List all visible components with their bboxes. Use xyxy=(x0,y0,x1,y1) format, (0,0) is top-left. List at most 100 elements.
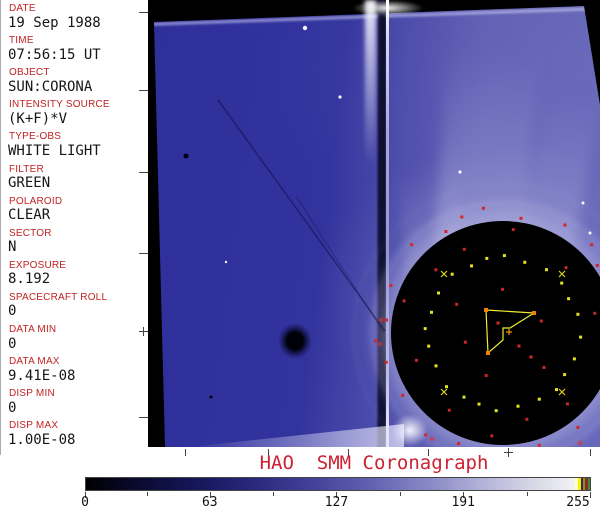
yellow-marker-dot xyxy=(516,404,520,408)
colorbar-tick-label: 255 xyxy=(566,495,590,510)
fiducial-dash xyxy=(139,253,148,254)
field-value: 1.00E-08 xyxy=(8,431,76,448)
yellow-marker-dot xyxy=(427,344,431,348)
red-marker-dot xyxy=(490,434,494,438)
field-value: SUN:CORONA xyxy=(8,78,93,95)
colorbar-minor-tick xyxy=(273,492,275,496)
red-marker-dot xyxy=(511,228,515,232)
yellow-marker-dot xyxy=(494,409,498,413)
red-marker-dot xyxy=(457,442,461,446)
image-title: HAO SMM Coronagraph xyxy=(259,452,489,474)
yellow-x-mark xyxy=(440,388,448,396)
yellow-marker-dot xyxy=(430,310,433,314)
yellow-marker-dot xyxy=(523,260,527,264)
red-marker-dot xyxy=(460,215,464,219)
coronagraph-image-area[interactable] xyxy=(148,0,600,447)
yellow-marker-dot xyxy=(477,402,481,406)
field-value: 07:56:15 UT xyxy=(8,46,101,63)
yellow-marker-dot xyxy=(470,264,473,268)
photo-scratch-line xyxy=(295,195,385,334)
dark-speck xyxy=(209,395,213,399)
field-label: FILTER xyxy=(9,163,44,175)
field-label: DISP MIN xyxy=(9,388,55,400)
red-marker-dot xyxy=(542,365,546,369)
red-marker-dot xyxy=(501,287,504,291)
field-value: 0 xyxy=(8,303,17,320)
red-marker-dot xyxy=(447,408,451,412)
yellow-marker-dot xyxy=(579,335,583,339)
field-value: 9.41E-08 xyxy=(8,367,76,384)
yellow-marker-dot xyxy=(434,364,438,368)
coronagraph-viewer-window: DATE 19 Sep 1988 TIME 07:56:15 UT OBJECT SUN:… xyxy=(0,0,600,512)
field-label: INTENSITY SOURCE xyxy=(9,99,110,111)
yellow-marker-dot xyxy=(572,357,576,361)
red-plus-mark xyxy=(377,341,383,347)
red-marker-dot xyxy=(434,268,438,272)
field-value: 19 Sep 1988 xyxy=(8,14,101,31)
fiducial-cross xyxy=(143,327,144,336)
red-marker-dot xyxy=(481,206,485,210)
yellow-x-mark xyxy=(440,270,448,278)
field-value: 0 xyxy=(8,335,17,352)
yellow-marker-dot xyxy=(563,373,567,377)
red-marker-dot xyxy=(590,243,594,247)
field-label: TYPE-OBS xyxy=(9,131,62,143)
red-marker-dot xyxy=(525,417,529,421)
red-marker-dot xyxy=(565,402,569,406)
star-speck xyxy=(224,260,228,264)
red-plus-mark xyxy=(429,436,435,442)
yellow-marker-dot xyxy=(576,312,580,316)
red-marker-dot xyxy=(424,433,428,437)
star-speck xyxy=(338,95,342,99)
field-label: OBJECT xyxy=(9,67,50,79)
field-label: DATA MAX xyxy=(9,356,60,368)
red-marker-dot xyxy=(444,230,448,233)
yellow-marker-dot xyxy=(485,256,489,260)
pointing-marker-overlay xyxy=(183,25,599,447)
yellow-marker-dot xyxy=(423,327,427,331)
field-label: DATA MIN xyxy=(9,324,57,335)
polygon-vertex-dot xyxy=(486,351,490,355)
sun-center-cross xyxy=(506,329,512,335)
field-value: WHITE LIGHT xyxy=(8,142,101,159)
fiducial-dash xyxy=(139,12,148,13)
red-marker-dot xyxy=(385,318,388,322)
star-speck xyxy=(581,201,585,205)
field-label: POLAROID xyxy=(9,195,63,207)
star-speck xyxy=(302,25,308,31)
red-marker-dot xyxy=(517,344,521,348)
intensity-colorbar xyxy=(85,477,591,491)
colorbar-minor-tick xyxy=(399,492,401,496)
field-label: SPACECRAFT ROLL xyxy=(9,291,108,303)
red-marker-dot xyxy=(529,355,533,359)
yellow-marker-dot xyxy=(555,388,558,392)
field-value: GREEN xyxy=(8,175,51,191)
field-label: EXPOSURE xyxy=(9,259,67,271)
dark-speck xyxy=(183,153,189,159)
yellow-marker-dot xyxy=(537,397,541,401)
yellow-marker-dot xyxy=(567,297,571,301)
yellow-marker-dot xyxy=(545,268,548,272)
field-label: SECTOR xyxy=(9,227,52,239)
red-marker-dot xyxy=(537,443,541,447)
colorbar-tick-label: 63 xyxy=(201,495,218,510)
red-marker-dot xyxy=(410,243,414,247)
red-marker-dot xyxy=(564,266,568,270)
yellow-marker-dot xyxy=(502,254,506,258)
colorbar-stripe xyxy=(588,478,590,490)
star-speck xyxy=(588,231,592,235)
red-marker-dot xyxy=(415,358,418,362)
red-marker-dot xyxy=(595,264,599,267)
fiducial-dash xyxy=(139,172,148,173)
star-speck xyxy=(458,170,462,174)
fiducial-dash xyxy=(139,90,148,91)
field-value: N xyxy=(8,239,17,256)
yellow-marker-dot xyxy=(462,395,466,399)
yellow-x-mark xyxy=(558,388,566,396)
red-marker-dot xyxy=(484,374,488,377)
yellow-marker-dot xyxy=(437,291,440,295)
red-marker-dot xyxy=(496,321,500,325)
colorbar-tick-label: 191 xyxy=(451,495,475,510)
field-value: CLEAR xyxy=(8,207,51,224)
red-marker-dot xyxy=(401,393,405,397)
